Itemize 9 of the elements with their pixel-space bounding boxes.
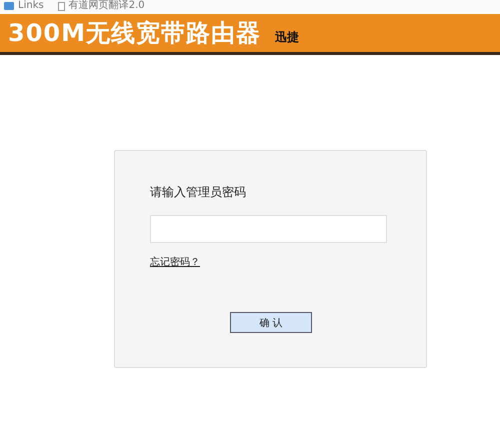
bookmark[interactable]: 有道网页翻译2.0 bbox=[58, 0, 145, 12]
brand-name: 迅捷 bbox=[274, 28, 299, 46]
confirm-button[interactable]: 确 认 bbox=[230, 312, 312, 333]
bookmark[interactable]: Links bbox=[4, 0, 44, 12]
folder-icon bbox=[4, 2, 14, 10]
password-prompt: 请输入管理员密码 bbox=[150, 184, 246, 201]
router-title: 300M无线宽带路由器 bbox=[8, 18, 261, 49]
password-field[interactable] bbox=[150, 215, 387, 243]
forgot-password-link[interactable]: 忘记密码？ bbox=[150, 255, 200, 269]
